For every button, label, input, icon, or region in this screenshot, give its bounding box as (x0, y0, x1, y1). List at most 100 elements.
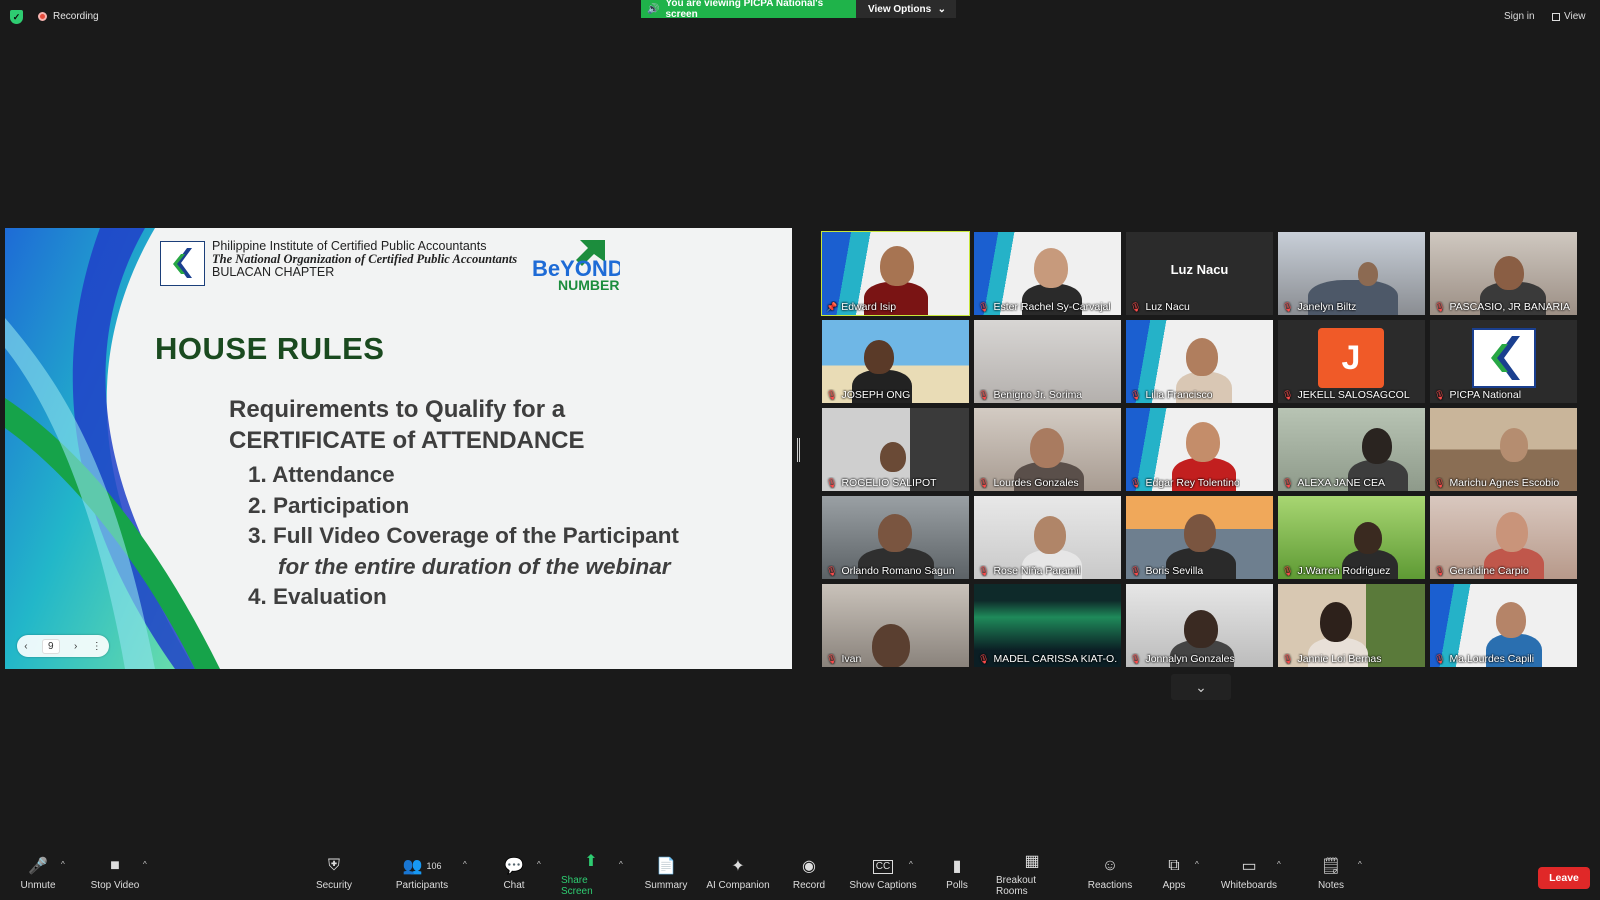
unmute-button[interactable]: 🎤 Unmute (18, 846, 58, 900)
participants-caret-icon[interactable]: ^ (463, 860, 467, 869)
participants-count: 106 (426, 861, 442, 871)
participant-tile[interactable]: 🎙 Janelyn Biltz (1278, 232, 1425, 315)
chat-caret-icon[interactable]: ^ (537, 860, 541, 869)
whiteboards-caret-icon[interactable]: ^ (1277, 860, 1281, 869)
participant-tile[interactable]: 🎙 J.Warren Rodriguez (1278, 496, 1425, 579)
ai-companion-label: AI Companion (706, 880, 770, 891)
shared-screen-slide: Philippine Institute of Certified Public… (5, 228, 792, 669)
captions-icon: CC (872, 859, 894, 874)
muted-mic-icon: 🎙 (826, 477, 838, 488)
recording-indicator[interactable]: Recording (38, 11, 99, 22)
apps-button[interactable]: ⧉ Apps (1160, 846, 1188, 900)
viewing-banner-text: You are viewing PICPA National's screen (665, 0, 824, 20)
show-captions-button[interactable]: CC Show Captions (848, 846, 918, 900)
participant-tile[interactable]: 🎙 ROGELIO SALIPOT (822, 408, 969, 491)
view-options-button[interactable]: View Options ⌄ (856, 0, 956, 18)
participant-tile[interactable]: 🎙 PICPA National (1430, 320, 1577, 403)
next-slide-icon[interactable]: › (74, 641, 77, 652)
participant-tile[interactable]: 🎙 Jannie Loi Bernas (1278, 584, 1425, 667)
participant-tile[interactable]: 🎙 JOSEPH ONG (822, 320, 969, 403)
participant-name: Ivan (841, 653, 862, 665)
view-button[interactable]: View (1552, 11, 1586, 22)
participant-name: Geraldine Carpio (1449, 565, 1529, 577)
participant-name: Jonnalyn Gonzales (1145, 653, 1235, 665)
captions-caret-icon[interactable]: ^ (909, 860, 913, 869)
leave-button[interactable]: Leave (1538, 867, 1590, 889)
rules-list: 1. Attendance 2. Participation 3. Full V… (248, 460, 679, 613)
participant-name: J.Warren Rodriguez (1297, 565, 1391, 577)
record-button[interactable]: ◉ Record (791, 846, 827, 900)
notes-icon: 🗒 (1320, 858, 1342, 875)
muted-mic-icon: 🎙 (1434, 389, 1446, 400)
participant-tile[interactable]: 🎙 Benigno Jr. Sorima (974, 320, 1121, 403)
security-button[interactable]: ⛨ Security (314, 846, 354, 900)
more-options-icon[interactable]: ⋮ (92, 641, 102, 652)
participant-name: JEKELL SALOSAGCOL (1297, 389, 1410, 401)
resize-handle[interactable] (797, 438, 800, 462)
share-caret-icon[interactable]: ^ (619, 860, 623, 869)
participant-tile[interactable]: 🎙 Orlando Romano Sagun (822, 496, 969, 579)
notes-caret-icon[interactable]: ^ (1358, 860, 1362, 869)
meeting-toolbar: 🎤 Unmute ^ ■ Stop Video ^ ⛨ Security 👥 10… (0, 846, 1600, 900)
apps-caret-icon[interactable]: ^ (1195, 860, 1199, 869)
participant-name: Edward Isip (841, 301, 897, 313)
chat-bubble-icon: 💬 (504, 858, 524, 875)
participant-tile[interactable]: 🎙 ALEXA JANE CEA (1278, 408, 1425, 491)
participant-tile[interactable]: 🎙 Rose Niña Paramil (974, 496, 1121, 579)
summary-button[interactable]: 📄 Summary (642, 846, 690, 900)
breakout-rooms-button[interactable]: ▦ Breakout Rooms (996, 846, 1068, 900)
show-more-participants-button[interactable]: ⌄ (1171, 674, 1231, 700)
viewing-screen-banner: 🔊 You are viewing PICPA National's scree… (641, 0, 856, 20)
ai-companion-button[interactable]: ✦ AI Companion (703, 846, 773, 900)
participant-tile[interactable]: 🎙 Ma.Lourdes Capili (1430, 584, 1577, 667)
participant-tile[interactable]: 🎙 Marichu Agnes Escobio (1430, 408, 1577, 491)
participant-tile[interactable]: 📌 Edward Isip (821, 231, 970, 316)
participant-name: Ma.Lourdes Capili (1449, 653, 1535, 665)
pin-icon: 📌 (826, 301, 838, 312)
participant-tile[interactable]: 🎙 Jonnalyn Gonzales (1126, 584, 1273, 667)
participant-tile[interactable]: 🎙 Edgar Rey Tolentino (1126, 408, 1273, 491)
view-options-label: View Options (868, 3, 932, 15)
participant-tile[interactable]: 🎙 Lourdes Gonzales (974, 408, 1121, 491)
share-screen-button[interactable]: ⬆ Share Screen (561, 846, 621, 900)
participant-name: Benigno Jr. Sorima (993, 389, 1083, 401)
participant-name: PASCASIO, JR BANARIA (1449, 301, 1571, 313)
requirements-heading: Requirements to Qualify for a CERTIFICAT… (229, 394, 585, 456)
participant-tile[interactable]: 🎙 Lilia Francisco (1126, 320, 1273, 403)
muted-mic-icon: 🎙 (1282, 653, 1294, 664)
whiteboards-button[interactable]: ▭ Whiteboards (1218, 846, 1280, 900)
video-options-caret-icon[interactable]: ^ (143, 860, 147, 869)
security-shield-icon[interactable]: ✓ (10, 10, 23, 24)
emoji-icon: ☺ (1101, 857, 1119, 874)
whiteboard-icon: ▭ (1241, 858, 1257, 875)
participants-button[interactable]: 👥 106 Participants (395, 846, 449, 900)
participant-tile[interactable]: J 🎙 JEKELL SALOSAGCOL (1278, 320, 1425, 403)
picpa-logo (1472, 328, 1536, 388)
chat-button[interactable]: 💬 Chat (499, 846, 529, 900)
audio-options-caret-icon[interactable]: ^ (61, 860, 65, 869)
chevron-down-icon: ⌄ (1195, 678, 1207, 695)
stop-video-button[interactable]: ■ Stop Video (88, 846, 142, 900)
apps-icon: ⧉ (1168, 857, 1180, 874)
participant-name: Edgar Rey Tolentino (1145, 477, 1240, 489)
rule-item: 4. Evaluation (248, 584, 387, 609)
participant-tile[interactable]: 🎙 Ivan (822, 584, 969, 667)
requirements-line-1: Requirements to Qualify for a (229, 396, 566, 423)
picpa-logo (160, 241, 205, 286)
participant-tile[interactable]: 🎙 Boris Sevilla (1126, 496, 1273, 579)
participant-tile[interactable]: 🎙 Ester Rachel Sy-Carvajal (974, 232, 1121, 315)
prev-slide-icon[interactable]: ‹ (24, 641, 27, 652)
polls-button[interactable]: ▮ Polls (942, 846, 972, 900)
participant-tile[interactable]: 🎙 PASCASIO, JR BANARIA (1430, 232, 1577, 315)
summary-label: Summary (644, 880, 688, 891)
sparkle-icon: ✦ (731, 858, 745, 875)
sign-in-link[interactable]: Sign in (1504, 11, 1535, 22)
apps-label: Apps (1162, 880, 1186, 891)
participant-tile[interactable]: 🎙 MADEL CARISSA KIAT-O... (974, 584, 1121, 667)
reactions-button[interactable]: ☺ Reactions (1088, 846, 1132, 900)
participant-tile[interactable]: 🎙 Geraldine Carpio (1430, 496, 1577, 579)
unmute-label: Unmute (20, 880, 56, 891)
participant-tile[interactable]: Luz Nacu 🎙 Luz Nacu (1126, 232, 1273, 315)
rule-item: 1. Attendance (248, 462, 395, 487)
notes-button[interactable]: 🗒 Notes (1316, 846, 1346, 900)
